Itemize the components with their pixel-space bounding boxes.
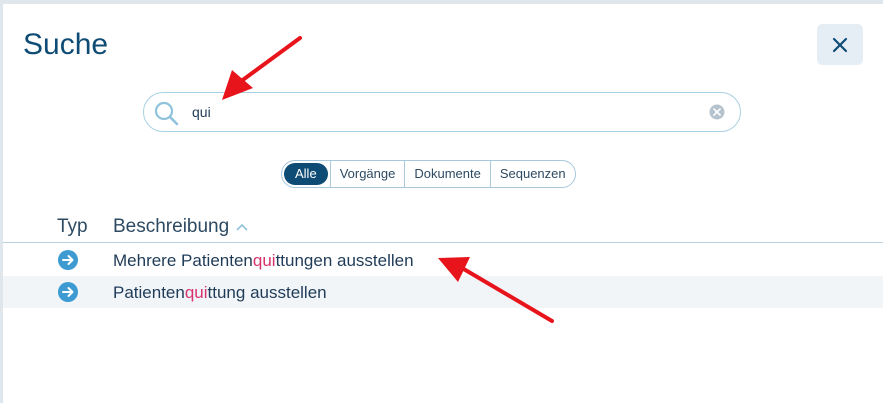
annotation-arrow-result [438, 257, 554, 323]
